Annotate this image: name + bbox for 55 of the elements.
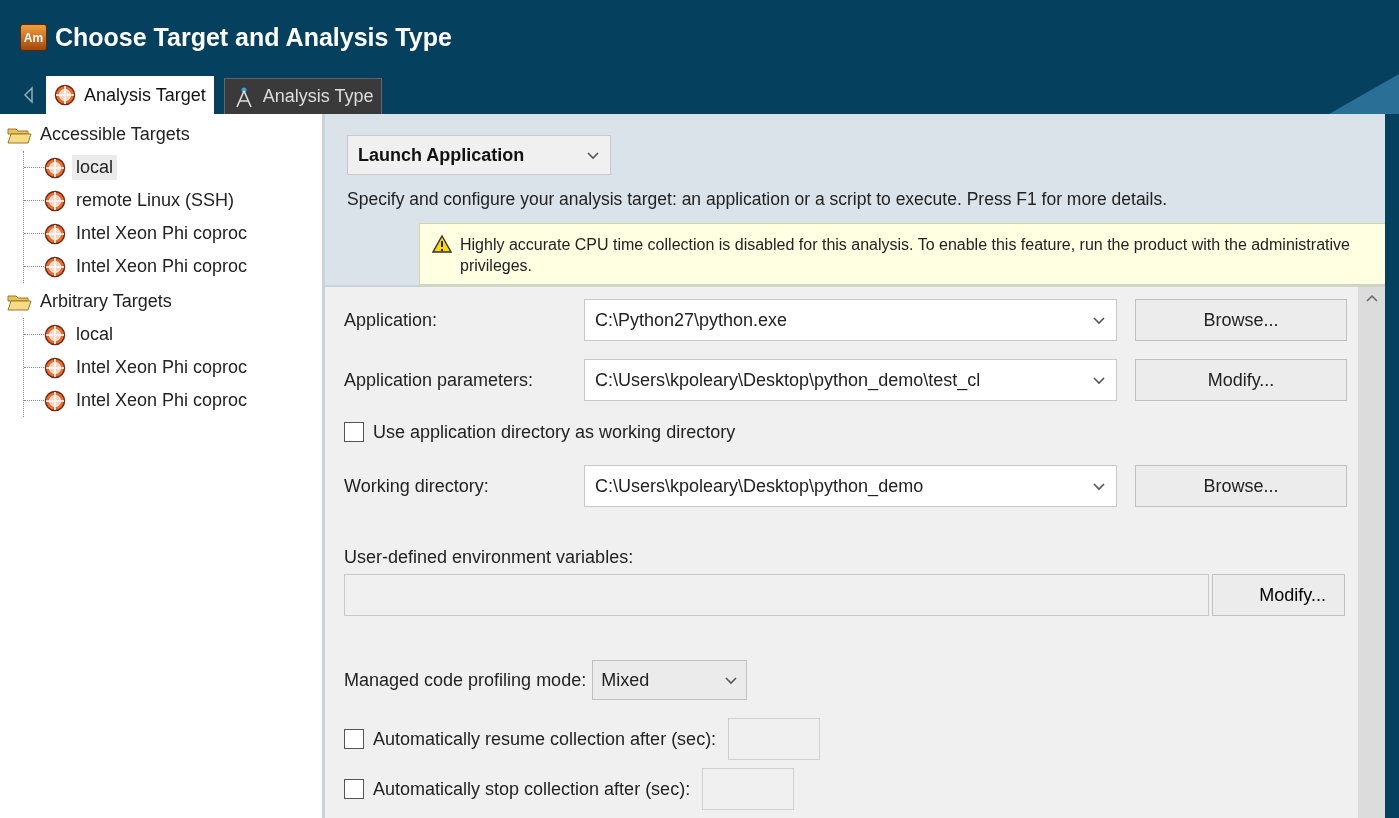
field-label: Working directory: [344, 475, 490, 497]
checkbox[interactable] [344, 779, 364, 799]
app-logo: Am [20, 24, 47, 51]
tree-item[interactable]: remote Linux (SSH) [72, 188, 239, 213]
field-label: Application: [344, 309, 439, 331]
tree-item[interactable]: local [72, 322, 118, 347]
checkbox[interactable] [344, 729, 364, 749]
caret-icon [586, 149, 600, 161]
back-arrow-icon [22, 85, 36, 105]
header-decoration [1329, 74, 1399, 114]
tree-item[interactable]: Intel Xeon Phi coproc [72, 388, 252, 413]
checkbox[interactable] [344, 422, 364, 442]
mode-dropdown[interactable]: Mixed [592, 660, 748, 700]
combo-field[interactable]: C:\Users\kpoleary\Desktop\python_demo [584, 465, 1117, 507]
caret-icon [1092, 374, 1106, 386]
env-vars-field[interactable] [344, 574, 1209, 616]
field-label: Application parameters: [344, 369, 535, 391]
checkbox-label: Automatically stop collection after (sec): [373, 778, 691, 800]
checkbox-label: Use application directory as working directory [373, 421, 736, 443]
warning-icon [432, 234, 452, 254]
target-icon [44, 323, 66, 346]
target-icon [44, 189, 66, 212]
seconds-field[interactable] [702, 768, 795, 810]
target-icon [44, 356, 66, 379]
target-icon [44, 255, 66, 278]
seconds-field[interactable] [728, 718, 821, 760]
field-label: Managed code profiling mode: [344, 669, 587, 691]
tree-item[interactable]: Intel Xeon Phi coproc [72, 221, 252, 246]
target-icon [44, 222, 66, 245]
action-button[interactable]: Modify... [1135, 359, 1347, 401]
field-label: User-defined environment variables: [344, 547, 634, 567]
target-icon [44, 389, 66, 412]
combo-field[interactable]: C:\Python27\python.exe [584, 299, 1117, 341]
description-text: Specify and configure your analysis target: an application or a script to execute. Press F1 for more details. [347, 189, 1168, 210]
checkbox-label: Automatically resume collection after (sec): [373, 728, 717, 750]
warning-text: Highly accurate CPU time collection is disabled for this analysis. To enable this feature, run the product with the administrative privileges. [460, 235, 1351, 276]
combo-field[interactable]: C:\Users\kpoleary\Desktop\python_demo\test_cl [584, 359, 1117, 401]
caret-icon [724, 674, 739, 686]
launch-mode-dropdown[interactable]: Launch Application [347, 135, 611, 175]
target-icon [54, 84, 76, 106]
tree-group[interactable]: Accessible Targets [40, 124, 190, 145]
tab[interactable]: Analysis Target [46, 76, 214, 114]
caret-icon [1092, 314, 1106, 326]
action-button[interactable]: Browse... [1135, 465, 1347, 507]
window-title: Choose Target and Analysis Type [55, 23, 452, 52]
tree-item[interactable]: Intel Xeon Phi coproc [72, 254, 252, 279]
action-button[interactable]: Modify... [1212, 574, 1345, 616]
target-icon [44, 156, 66, 179]
action-button[interactable]: Browse... [1135, 299, 1347, 341]
tree-item[interactable]: local [72, 155, 118, 180]
caret-icon [1092, 480, 1106, 492]
scroll-up-icon [1364, 293, 1379, 304]
tab[interactable]: Analysis Type [223, 78, 383, 114]
tree-group[interactable]: Arbitrary Targets [40, 291, 172, 312]
tree-item[interactable]: Intel Xeon Phi coproc [72, 355, 252, 380]
